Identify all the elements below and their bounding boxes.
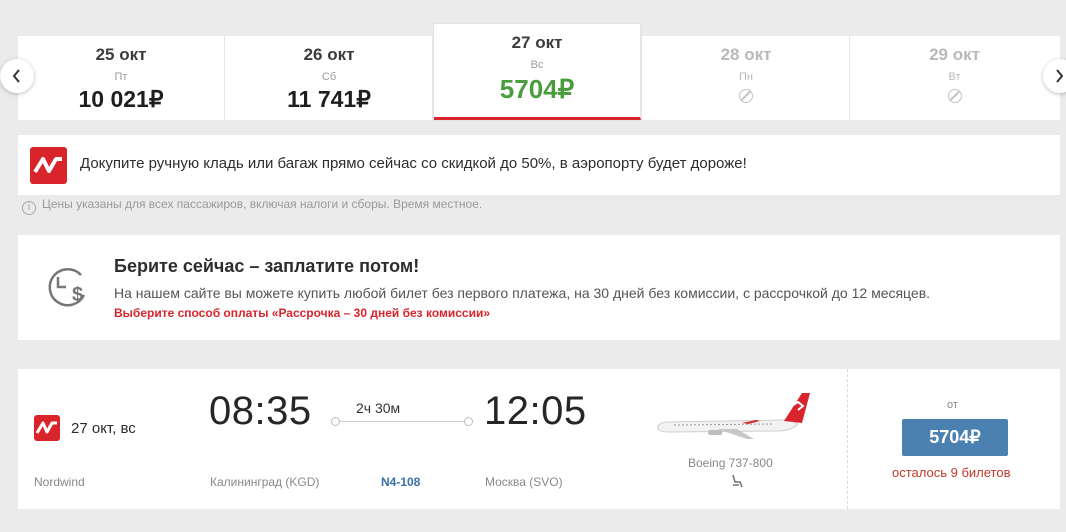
chevron-left-icon [12,69,20,83]
flight-date: 27 окт, вс [71,420,136,437]
installment-payment-link[interactable]: Выберите способ оплаты «Рассрочка – 30 д… [114,306,490,320]
unavailable-icon [739,89,753,103]
flight-number-link[interactable]: N4-108 [381,475,420,489]
date-tab-26[interactable]: 26 окт Сб 11 741₽ [226,36,433,120]
installment-description: На нашем сайте вы можете купить любой би… [114,285,931,301]
flight-duration: 2ч 30м [356,400,401,416]
installment-title: Берите сейчас – заплатите потом! [114,256,420,276]
seats-left: осталось 9 билетов [892,465,1011,480]
price-note-text: Цены указаны для всех пассажиров, включа… [42,197,483,211]
weekday-label: Вс [530,59,544,71]
route-line [331,417,473,427]
date-tab-29: 29 окт Вт [851,36,1058,120]
arrival-city: Москва (SVO) [485,475,563,489]
baggage-promo-banner[interactable]: Докупите ручную кладь или багаж прямо се… [18,135,1060,195]
nordwind-logo [34,415,60,441]
departure-time: 08:35 [209,389,312,433]
weekday-label: Пт [114,71,128,83]
select-flight-button[interactable]: 5704₽ [902,419,1008,456]
date-price: 11 741₽ [287,86,371,112]
weekday-label: Пн [739,71,753,83]
date-label: 26 окт [303,45,355,64]
date-label: 27 окт [511,33,563,52]
date-label: 25 окт [95,45,147,64]
promo-text: Докупите ручную кладь или багаж прямо се… [80,155,747,172]
price-prefix: от [947,399,958,411]
date-price: 10 021₽ [78,86,164,112]
prev-dates-button[interactable] [0,59,34,93]
card-divider [847,369,848,509]
date-price: 5704₽ [499,74,575,104]
date-label: 28 окт [720,45,772,64]
unavailable-icon [947,89,962,103]
date-tab-25[interactable]: 25 окт Пт 10 021₽ [18,36,225,120]
price-note: i Цены указаны для всех пассажиров, включ… [22,197,482,215]
date-label: 29 окт [929,45,980,64]
svg-text:$: $ [72,284,83,306]
seat-icon [732,474,743,488]
clock-dollar-icon: $ [48,267,86,307]
date-tab-27-selected[interactable]: 27 окт Вс 5704₽ [434,24,641,120]
chevron-right-icon [1056,69,1064,83]
installment-banner: $ Берите сейчас – заплатите потом! На на… [18,235,1060,340]
flight-card[interactable]: 27 окт, вс Nordwind 08:35 Калининград (K… [18,369,1060,509]
aircraft-type: Boeing 737-800 [688,456,773,470]
weekday-label: Вт [948,71,961,83]
info-icon: i [22,201,36,215]
arrival-time: 12:05 [484,389,587,433]
date-strip: 25 окт Пт 10 021₽ 26 окт Сб 11 741₽ 27 о… [18,24,1060,120]
nordwind-logo [30,147,67,184]
date-tab-28: 28 окт Пн [643,36,850,120]
airline-name: Nordwind [34,475,85,489]
weekday-label: Сб [321,71,337,83]
airplane-image [657,393,810,439]
departure-city: Калининград (KGD) [210,475,320,489]
